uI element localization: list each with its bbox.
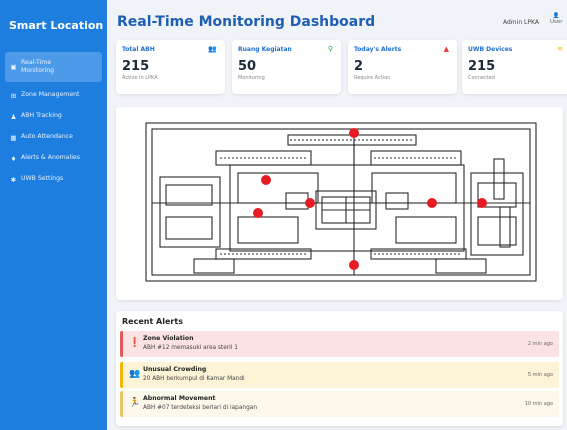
grid-icon: ⊞ xyxy=(10,91,17,100)
stat-title: Ruang Kegiatan xyxy=(238,46,292,53)
abh-location-marker[interactable] xyxy=(305,198,315,208)
alert-item[interactable]: ❗ Zone Violation ABH #12 memasuki area ste… xyxy=(120,331,559,357)
sidebar-item-label: UWB Settings xyxy=(21,175,64,183)
stat-card-uwb-devices: UWB Devices ≋ 215 Connected xyxy=(462,40,567,94)
stat-value: 2 xyxy=(354,59,364,74)
stat-title: Today's Alerts xyxy=(354,46,402,53)
sidebar-item-zone-management[interactable]: ⊞ Zone Management xyxy=(5,85,102,106)
abh-location-marker[interactable] xyxy=(349,260,359,270)
sidebar-item-real-time-monitoring[interactable]: ▣ Real-Time Monitoring xyxy=(5,52,102,82)
page-title: Real-Time Monitoring Dashboard xyxy=(117,14,376,30)
alert-title: Zone Violation xyxy=(143,335,194,342)
group-icon: 👥 xyxy=(129,369,141,379)
alert-item[interactable]: 👥 Unusual Crowding 20 ABH berkumpul di Kam… xyxy=(120,362,559,388)
user-icon[interactable]: 👤 User xyxy=(550,13,563,26)
wifi-icon: ≋ xyxy=(557,45,563,53)
brand-title: Smart Location xyxy=(9,19,104,32)
stat-card-today-s-alerts: Today's Alerts ▲ 2 Require Action xyxy=(348,40,457,94)
stat-subtitle: Require Action xyxy=(354,75,391,81)
sidebar-item-auto-attendance[interactable]: ▦ Auto Attendance xyxy=(5,127,102,148)
gear-icon: ✱ xyxy=(10,175,17,184)
sidebar-item-label: Real-Time Monitoring xyxy=(21,58,55,74)
alert-message: ABH #12 memasuki area steril 1 xyxy=(143,345,238,351)
sidebar-item-abh-tracking[interactable]: ♟ ABH Tracking xyxy=(5,106,102,127)
user-icon-label: User xyxy=(550,18,563,25)
abh-location-marker[interactable] xyxy=(349,128,359,138)
stat-title: Total ABH xyxy=(122,46,155,53)
sidebar-item-label: Auto Attendance xyxy=(21,133,73,141)
stat-subtitle: Connected xyxy=(468,75,495,81)
users-icon: ♟ xyxy=(10,112,17,121)
stat-subtitle: Monitoring xyxy=(238,75,265,81)
alert-time: 2 min ago xyxy=(527,341,553,347)
user-name[interactable]: Admin LPKA xyxy=(503,19,539,26)
sidebar-item-label: Zone Management xyxy=(21,91,80,99)
recent-alerts-card: Recent Alerts ❗ Zone Violation ABH #12 mem… xyxy=(116,311,563,426)
alert-message: 20 ABH berkumpul di Kamar Mandi xyxy=(143,376,245,382)
alert-item[interactable]: 🏃 Abnormal Movement ABH #07 terdeteksi ber… xyxy=(120,391,559,417)
abh-location-marker[interactable] xyxy=(261,175,271,185)
alert-title: Unusual Crowding xyxy=(143,366,207,373)
bell-icon: ♦ xyxy=(10,154,17,163)
dashboard-icon: ▣ xyxy=(10,63,17,71)
stat-card-total-abh: Total ABH 👥 215 Active in LPKA xyxy=(116,40,225,94)
stat-value: 215 xyxy=(468,59,496,74)
map-pin-icon: ⚲ xyxy=(327,45,333,53)
abh-location-marker[interactable] xyxy=(253,208,263,218)
alert-time: 5 min ago xyxy=(527,372,553,378)
alert-message: ABH #07 terdeteksi berlari di lapangan xyxy=(143,405,257,411)
alert-circle-icon: ❗ xyxy=(129,338,141,348)
warning-icon: ▲ xyxy=(443,45,449,53)
sidebar: Smart Location ▣ Real-Time Monitoring ⊞ Zon… xyxy=(0,0,107,430)
stat-title: UWB Devices xyxy=(468,46,513,53)
sidebar-item-label: Alerts & Anomalies xyxy=(21,154,80,162)
sidebar-item-alerts-anomalies[interactable]: ♦ Alerts & Anomalies xyxy=(5,148,102,169)
alert-time: 10 min ago xyxy=(524,401,553,407)
floor-plan-map xyxy=(145,122,537,282)
abh-location-marker[interactable] xyxy=(427,198,437,208)
abh-location-marker[interactable] xyxy=(477,198,487,208)
stat-value: 215 xyxy=(122,59,150,74)
alert-title: Abnormal Movement xyxy=(143,395,216,402)
recent-alerts-title: Recent Alerts xyxy=(122,317,183,326)
calendar-icon: ▦ xyxy=(10,133,17,142)
stat-subtitle: Active in LPKA xyxy=(122,75,158,81)
floor-plan-card xyxy=(116,107,563,300)
stat-value: 50 xyxy=(238,59,257,74)
sidebar-item-label: ABH Tracking xyxy=(21,112,62,120)
sidebar-item-uwb-settings[interactable]: ✱ UWB Settings xyxy=(5,169,102,190)
running-icon: 🏃 xyxy=(129,398,141,408)
stat-card-ruang-kegiatan: Ruang Kegiatan ⚲ 50 Monitoring xyxy=(232,40,341,94)
users-icon: 👥 xyxy=(208,45,217,53)
